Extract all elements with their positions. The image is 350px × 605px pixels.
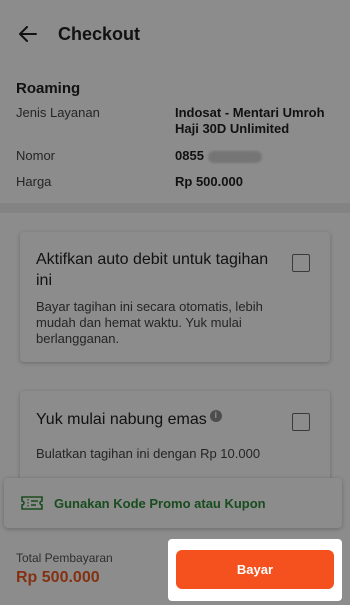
service-details: Roaming Jenis Layanan Indosat - Mentari …: [0, 68, 350, 203]
number-label: Nomor: [16, 148, 56, 163]
checkout-screen: Checkout Roaming Jenis Layanan Indosat -…: [0, 0, 350, 605]
page-title: Checkout: [58, 23, 141, 44]
service-type-label: Jenis Layanan: [16, 105, 100, 120]
autodebit-checkbox[interactable]: [292, 254, 310, 272]
total-label: Total Pembayaran: [16, 551, 113, 565]
arrow-left-icon: [19, 26, 37, 42]
price-value: Rp 500.000: [175, 174, 243, 189]
gold-savings-card[interactable]: Yuk mulai nabung emas i Bulatkan tagihan …: [20, 391, 330, 483]
promo-label: Gunakan Kode Promo atau Kupon: [54, 495, 266, 511]
pay-button-highlight: Bayar: [168, 539, 342, 601]
service-type-value: Indosat - Mentari Umroh Haji 30D Unlimit…: [175, 105, 325, 136]
autodebit-description: Bayar tagihan ini secara otomatis, lebih…: [36, 299, 263, 346]
total-value: Rp 500.000: [16, 569, 100, 586]
back-button[interactable]: [16, 22, 40, 46]
section-divider: [0, 203, 350, 213]
number-value: 0855: [175, 148, 204, 163]
gold-title: Yuk mulai nabung emas: [36, 411, 207, 428]
promo-code-button[interactable]: Gunakan Kode Promo atau Kupon: [4, 478, 342, 528]
gold-description: Bulatkan tagihan ini dengan Rp 10.000: [36, 446, 261, 461]
ticket-icon: [21, 496, 43, 510]
pay-button[interactable]: Bayar: [176, 550, 334, 589]
info-icon[interactable]: i: [209, 409, 222, 422]
service-heading: Roaming: [16, 80, 81, 97]
gold-title-row: Yuk mulai nabung emas i: [36, 409, 276, 430]
app-bar: Checkout: [0, 0, 350, 69]
autodebit-title: Aktifkan auto debit untuk tagihan ini: [36, 251, 269, 289]
price-label: Harga: [16, 174, 52, 189]
autodebit-card[interactable]: Aktifkan auto debit untuk tagihan ini Ba…: [20, 232, 330, 362]
gold-checkbox[interactable]: [292, 413, 310, 431]
number-value-row: 0855: [175, 148, 335, 164]
redacted-number: [207, 150, 262, 163]
